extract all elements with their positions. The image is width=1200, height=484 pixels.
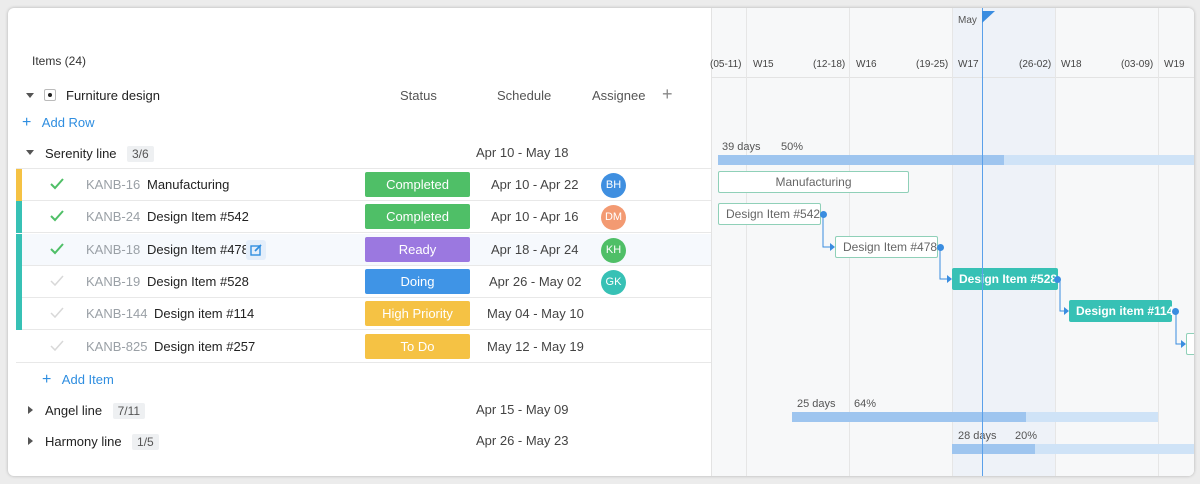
today-flag-icon (982, 11, 995, 23)
item-schedule[interactable]: Apr 10 - Apr 16 (491, 209, 578, 224)
dependency-handle[interactable] (1172, 308, 1179, 315)
table-row[interactable]: KANB-18 Design Item #478 Ready Apr 18 - … (16, 234, 712, 266)
group-name: Angel line (45, 403, 103, 418)
group-angel[interactable]: Angel line 7/11 (45, 402, 146, 420)
group-serenity[interactable]: Serenity line 3/6 (45, 145, 154, 163)
group-count-badge: 7/11 (112, 403, 146, 419)
group-collapse-toggle[interactable] (26, 150, 34, 155)
row-color-stripe (16, 201, 22, 233)
add-row-button[interactable]: + Add Row (22, 114, 95, 132)
table-row[interactable]: KANB-24 Design Item #542 Completed Apr 1… (16, 201, 712, 233)
column-schedule[interactable]: Schedule (497, 88, 551, 103)
row-color-stripe (16, 266, 22, 298)
item-title[interactable]: Design Item #542 (147, 209, 249, 224)
dependency-handle[interactable] (1054, 276, 1061, 283)
item-schedule[interactable]: May 04 - May 10 (487, 306, 584, 321)
dependency-lines (822, 214, 1186, 348)
group-name: Serenity line (45, 146, 117, 161)
summary-bar[interactable] (952, 444, 1194, 454)
add-item-label: Add Item (61, 372, 114, 387)
status-badge[interactable]: To Do (365, 334, 470, 359)
status-badge[interactable]: Doing (365, 269, 470, 294)
table-row[interactable]: KANB-19 Design Item #528 Doing Apr 26 - … (16, 266, 712, 298)
item-title[interactable]: Design item #257 (154, 339, 255, 354)
avatar[interactable]: KH (601, 238, 626, 263)
table-row[interactable]: KANB-825 Design item #257 To Do May 12 -… (16, 331, 712, 363)
item-key[interactable]: KANB-825 (86, 339, 147, 354)
item-key[interactable]: KANB-24 (86, 209, 140, 224)
group-name: Harmony line (45, 434, 122, 449)
dependency-handle[interactable] (820, 211, 827, 218)
summary-progress (792, 412, 1026, 422)
check-icon[interactable] (50, 242, 64, 256)
avatar[interactable]: BH (601, 173, 626, 198)
item-title[interactable]: Manufacturing (147, 177, 229, 192)
item-key[interactable]: KANB-19 (86, 274, 140, 289)
check-icon[interactable] (50, 177, 64, 191)
table-row[interactable]: KANB-16 Manufacturing Completed Apr 10 -… (16, 169, 712, 201)
add-column-button[interactable]: + (662, 84, 673, 105)
add-row-label: Add Row (41, 115, 95, 130)
item-schedule[interactable]: Apr 18 - Apr 24 (491, 242, 578, 257)
item-title[interactable]: Design Item #478 (147, 242, 249, 257)
summary-percent: 64% (854, 398, 877, 410)
project-icon (44, 89, 56, 101)
avatar[interactable]: GK (601, 270, 626, 295)
check-icon[interactable] (50, 339, 64, 353)
dependency-handle[interactable] (937, 244, 944, 251)
project-name: Furniture design (66, 88, 160, 103)
gantt-chart: May (05-11) W15 (12-18) W16 (19-25) W17 … (710, 8, 1194, 476)
column-status[interactable]: Status (400, 88, 437, 103)
group-count-badge: 3/6 (127, 146, 154, 162)
avatar[interactable]: DM (601, 205, 626, 230)
summary-percent: 20% (1015, 430, 1038, 442)
group-harmony[interactable]: Harmony line 1/5 (45, 433, 159, 451)
row-color-stripe (16, 169, 22, 201)
check-icon[interactable] (50, 209, 64, 223)
group-range: Apr 10 - May 18 (476, 145, 569, 160)
item-key[interactable]: KANB-18 (86, 242, 140, 257)
item-key[interactable]: KANB-16 (86, 177, 140, 192)
item-schedule[interactable]: Apr 26 - May 02 (489, 274, 582, 289)
status-badge[interactable]: Ready (365, 237, 470, 262)
group-range: Apr 15 - May 09 (476, 402, 569, 417)
summary-bar[interactable] (792, 412, 1158, 422)
table-row[interactable]: KANB-144 Design item #114 High Priority … (16, 298, 712, 330)
row-color-stripe (16, 298, 22, 330)
add-item-button[interactable]: + Add Item (42, 371, 114, 389)
project-collapse-toggle[interactable] (26, 93, 34, 98)
item-schedule[interactable]: Apr 10 - Apr 22 (491, 177, 578, 192)
column-assignee[interactable]: Assignee (592, 88, 645, 103)
gantt-card: Items (24) Furniture design Status Sched… (8, 8, 1194, 476)
summary-progress (952, 444, 1035, 454)
item-key[interactable]: KANB-144 (86, 306, 147, 321)
check-icon[interactable] (50, 306, 64, 320)
item-schedule[interactable]: May 12 - May 19 (487, 339, 584, 354)
edit-icon[interactable] (246, 240, 266, 260)
plus-icon: + (42, 371, 52, 388)
grid-panel: Items (24) Furniture design Status Sched… (8, 8, 712, 476)
items-count: Items (24) (32, 54, 87, 68)
summary-duration: 28 days (958, 430, 997, 442)
today-line (982, 8, 983, 476)
status-badge[interactable]: Completed (365, 172, 470, 197)
plus-icon: + (22, 114, 32, 131)
group-range: Apr 26 - May 23 (476, 433, 569, 448)
group-expand-toggle[interactable] (28, 437, 33, 445)
item-title[interactable]: Design Item #528 (147, 274, 249, 289)
check-icon[interactable] (50, 274, 64, 288)
status-badge[interactable]: High Priority (365, 301, 470, 326)
group-count-badge: 1/5 (132, 434, 159, 450)
group-expand-toggle[interactable] (28, 406, 33, 414)
row-color-stripe (16, 234, 22, 266)
status-badge[interactable]: Completed (365, 204, 470, 229)
summary-duration: 25 days (797, 398, 836, 410)
item-title[interactable]: Design item #114 (154, 306, 254, 321)
